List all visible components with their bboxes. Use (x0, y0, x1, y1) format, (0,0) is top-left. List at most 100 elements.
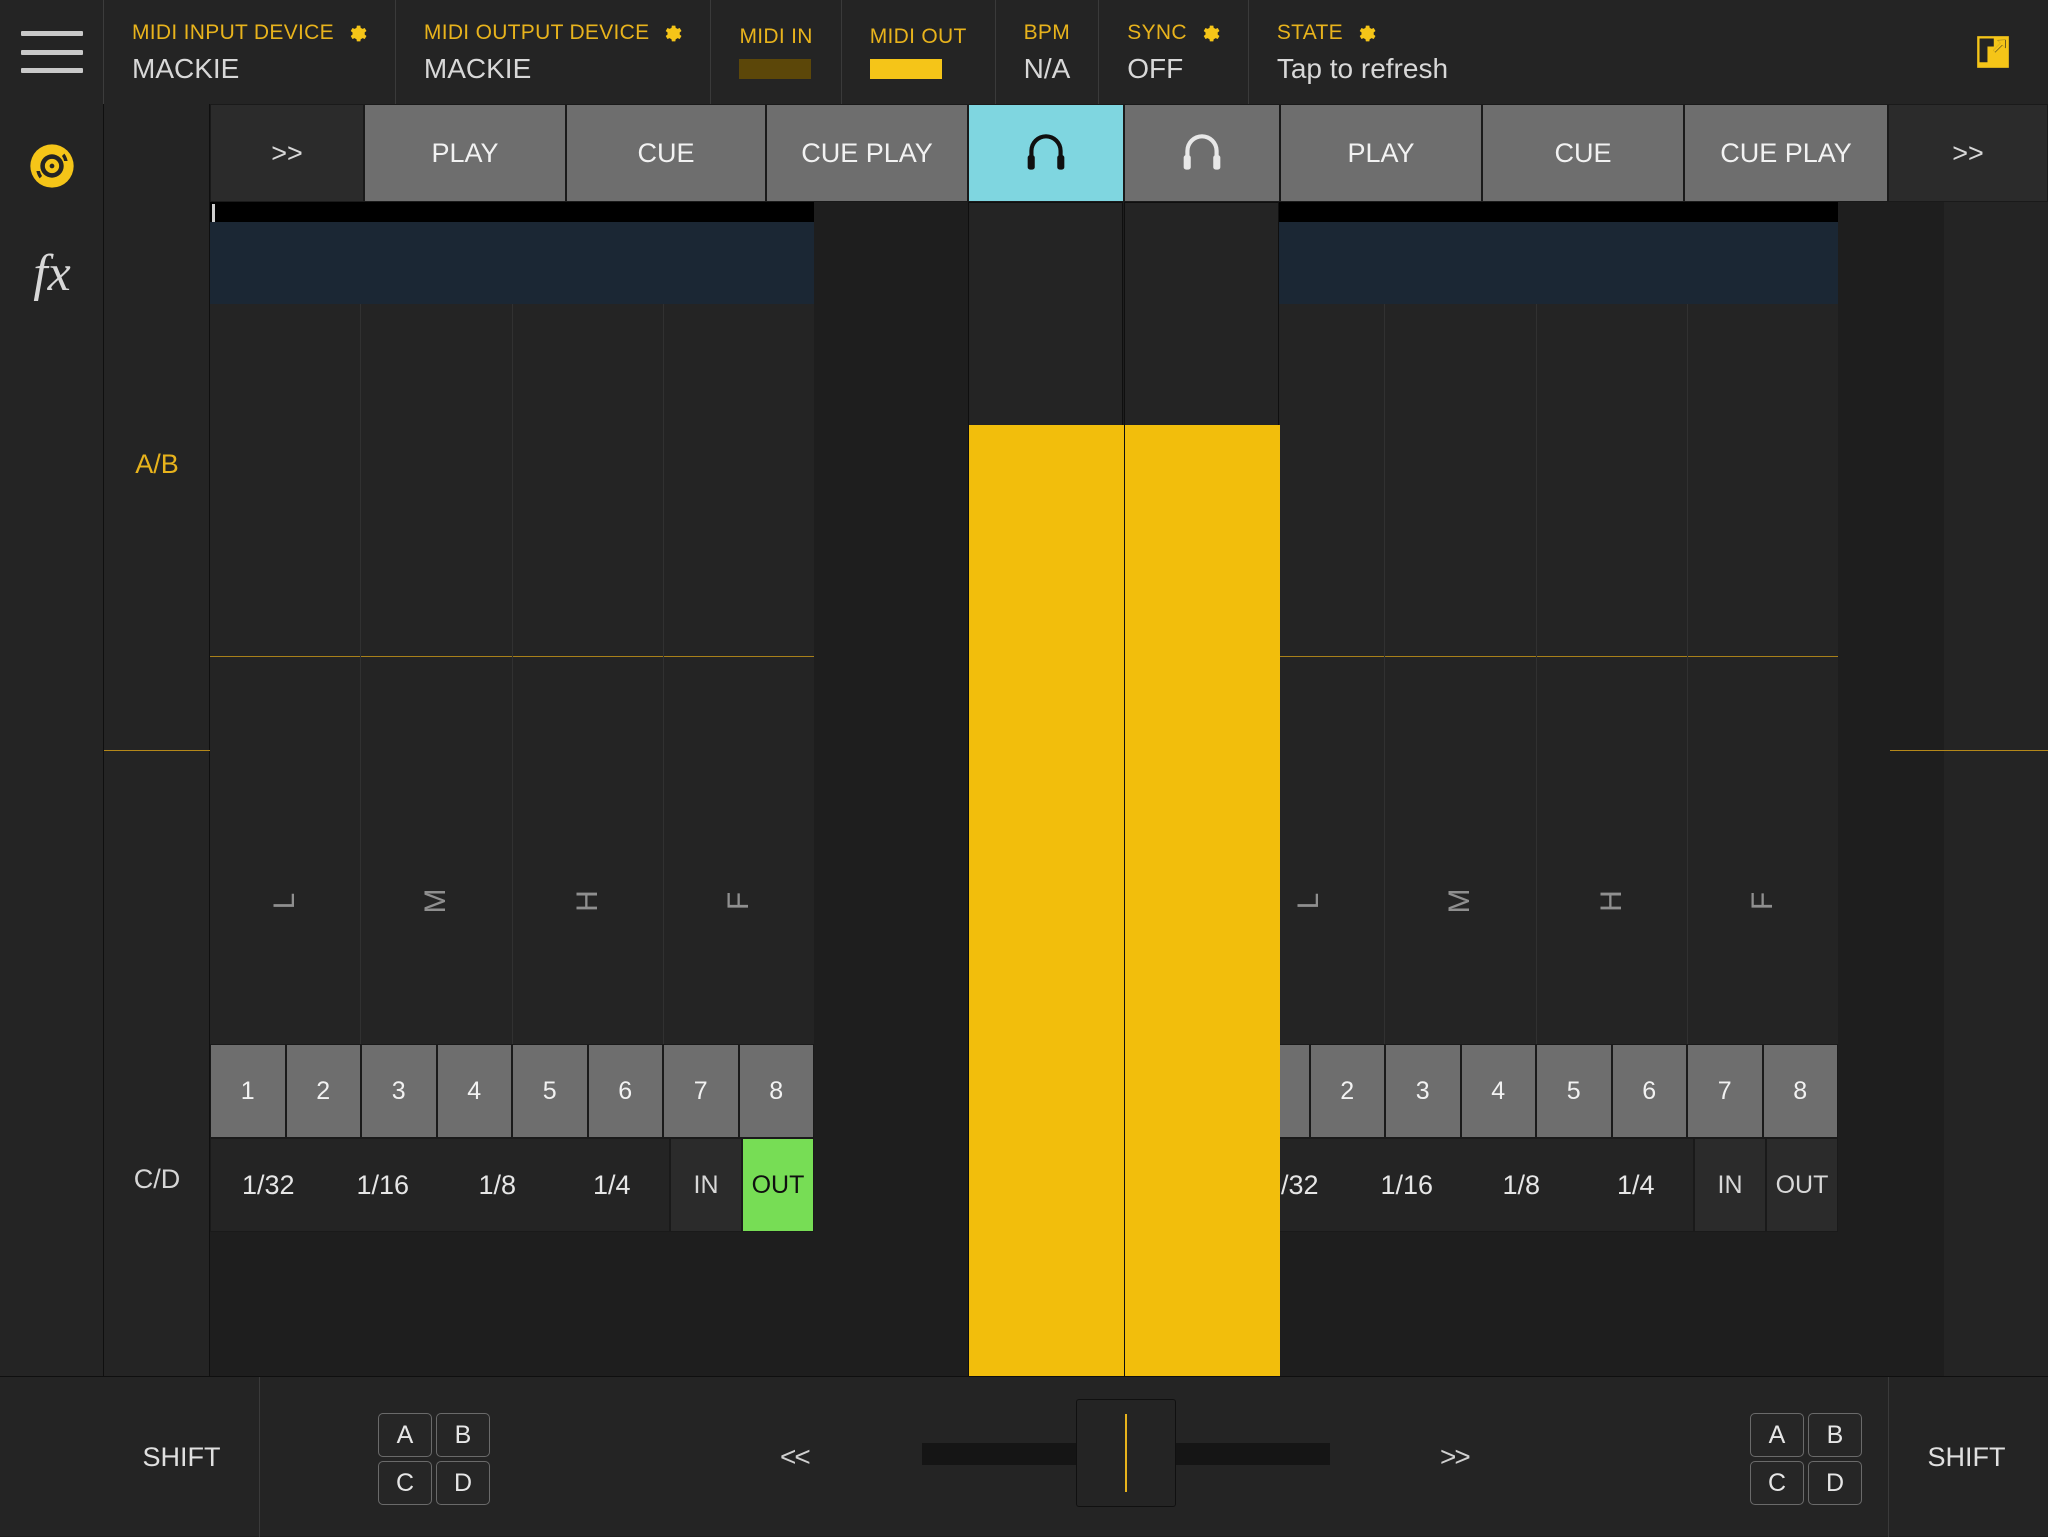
deck-a-cue-button[interactable]: CUE (566, 104, 766, 202)
shift-button-right[interactable]: SHIFT (1888, 1377, 2044, 1537)
midi-input-device-label: MIDI INPUT DEVICE (132, 21, 367, 45)
deck-b-hotcue-5[interactable]: 5 (1536, 1044, 1612, 1138)
midi-output-device-field[interactable]: MIDI OUTPUT DEVICE MACKIE (396, 0, 712, 104)
deck-a-eq-mid[interactable]: M (361, 304, 513, 1044)
eq-label-filter: F (721, 891, 755, 911)
deck-pad-a-left[interactable]: A (378, 1413, 432, 1457)
left-icon-rail: fx (0, 104, 104, 1536)
deck-a-play-button[interactable]: PLAY (364, 104, 566, 202)
deck-a-eq-high[interactable]: H (512, 304, 664, 1044)
deck-b-eq-mid[interactable]: M (1385, 304, 1537, 1044)
state-value[interactable]: Tap to refresh (1277, 55, 1448, 83)
state-field[interactable]: STATE Tap to refresh (1249, 0, 1476, 104)
midi-output-device-value: MACKIE (423, 53, 532, 84)
crossfader-handle-mark (1125, 1414, 1127, 1492)
eq-center-line (663, 656, 814, 657)
eq-label-high: H (570, 890, 604, 912)
bottom-bar: SHIFT A B C D << >> A B C D SHIFT (0, 1376, 2048, 1537)
eq-center-line (1536, 656, 1687, 657)
deck-a-hotcue-7[interactable]: 7 (663, 1044, 739, 1138)
deck-a-loop-1-4[interactable]: 1/4 (555, 1139, 670, 1231)
deck-a-hotcue-6[interactable]: 6 (587, 1044, 663, 1138)
deck-a-loop-1-16[interactable]: 1/16 (326, 1139, 441, 1231)
deck-b-loop-row: 1/32 1/16 1/8 1/4 IN OUT (1234, 1138, 1838, 1232)
deck-b-hotcue-2[interactable]: 2 (1309, 1044, 1385, 1138)
deck-a-volume-fill (969, 425, 1124, 1459)
vinyl-record-button[interactable] (0, 114, 104, 218)
deck-pad-b-left[interactable]: B (436, 1413, 490, 1457)
shift-button-left[interactable]: SHIFT (104, 1377, 260, 1537)
deck-b-loop-1-8[interactable]: 1/8 (1464, 1139, 1579, 1231)
label-text: MIDI OUT (869, 25, 967, 48)
midi-input-device-field[interactable]: MIDI INPUT DEVICE MACKIE (104, 0, 396, 104)
deck-pad-b-right[interactable]: B (1808, 1413, 1862, 1457)
deck-b-play-button[interactable]: PLAY (1280, 104, 1482, 202)
deck-a-waveform-band (210, 222, 814, 304)
eq-center-line (361, 656, 512, 657)
deck-b-hotcue-8[interactable]: 8 (1762, 1044, 1838, 1138)
label-text: MIDI INPUT DEVICE (132, 21, 334, 44)
crossfader-left-arrow[interactable]: << (780, 1441, 811, 1473)
crossfader-handle[interactable] (1076, 1399, 1176, 1507)
deck-b-waveform[interactable] (1234, 202, 1838, 304)
sync-field[interactable]: SYNC OFF (1099, 0, 1249, 104)
deck-pad-a-right[interactable]: A (1750, 1413, 1804, 1457)
deck-pad-c-right[interactable]: C (1750, 1461, 1804, 1505)
gear-icon[interactable] (346, 23, 367, 44)
deck-a-hotcue-8[interactable]: 8 (738, 1044, 814, 1138)
deck-b-cue-monitor-button[interactable] (1124, 104, 1280, 202)
deck-a-loop-in-button[interactable]: IN (670, 1138, 742, 1232)
eq-label-mid: M (419, 888, 453, 914)
deck-b-loop-1-16[interactable]: 1/16 (1350, 1139, 1465, 1231)
menu-button[interactable] (0, 0, 104, 104)
deck-a-waveform[interactable] (210, 202, 814, 304)
deck-a-volume-fader[interactable] (968, 202, 1124, 1459)
deck-b-loop-1-4[interactable]: 1/4 (1579, 1139, 1694, 1231)
gear-icon[interactable] (661, 23, 682, 44)
gear-icon[interactable] (1199, 23, 1220, 44)
deck-b-cue-play-button[interactable]: CUE PLAY (1684, 104, 1888, 202)
fullscreen-button[interactable] (1938, 0, 2048, 104)
fx-button[interactable]: fx (0, 222, 104, 326)
deck-b-eq-filter[interactable]: F (1687, 304, 1838, 1044)
deck-b-cue-button[interactable]: CUE (1482, 104, 1684, 202)
deck-b-hotcue-4[interactable]: 4 (1460, 1044, 1536, 1138)
headphones-icon (1183, 134, 1221, 170)
deck-a-loop-1-8[interactable]: 1/8 (440, 1139, 555, 1231)
deck-selector-cd[interactable]: C/D (104, 1164, 210, 1195)
deck-a-cue-play-button[interactable]: CUE PLAY (766, 104, 968, 202)
deck-b-hotcue-7[interactable]: 7 (1687, 1044, 1763, 1138)
deck-a-hotcue-4[interactable]: 4 (436, 1044, 512, 1138)
deck-selector-ab[interactable]: A/B (104, 449, 210, 480)
deck-b-hotcue-3[interactable]: 3 (1385, 1044, 1461, 1138)
eq-label-filter: F (1745, 891, 1779, 911)
right-expand-button[interactable]: >> (1888, 104, 2048, 202)
deck-a-loop-out-button[interactable]: OUT (742, 1138, 814, 1232)
deck-a-cue-monitor-button[interactable] (968, 104, 1124, 202)
deck-a-loop-1-32[interactable]: 1/32 (211, 1139, 326, 1231)
deck-a-hotcue-5[interactable]: 5 (512, 1044, 588, 1138)
crossfader-right-arrow[interactable]: >> (1440, 1441, 1471, 1473)
bpm-field: BPM N/A (996, 0, 1100, 104)
fullscreen-expand-icon (1977, 36, 2009, 68)
deck-a-eq-low[interactable]: L (210, 304, 362, 1044)
deck-a-hotcue-1[interactable]: 1 (210, 1044, 286, 1138)
label-text: SYNC (1127, 21, 1187, 44)
deck-pad-d-right[interactable]: D (1808, 1461, 1862, 1505)
deck-b-eq-high[interactable]: H (1536, 304, 1688, 1044)
left-expand-button[interactable]: >> (210, 104, 364, 202)
deck-b-hotcue-6[interactable]: 6 (1611, 1044, 1687, 1138)
deck-a-panel: L M H F 1 2 3 4 5 6 7 8 1/32 1/16 1/8 1/… (210, 202, 814, 1360)
deck-a-hotcue-3[interactable]: 3 (361, 1044, 437, 1138)
deck-b-panel: L M H F 1 2 3 4 5 6 7 8 (1234, 202, 1838, 1360)
deck-a-eq-filter[interactable]: F (663, 304, 814, 1044)
deck-b-volume-fader[interactable] (1124, 202, 1280, 1459)
eq-label-low: L (268, 892, 302, 910)
deck-b-loop-out-button[interactable]: OUT (1766, 1138, 1838, 1232)
gear-icon[interactable] (1355, 23, 1376, 44)
deck-a-hotcue-2[interactable]: 2 (285, 1044, 361, 1138)
deck-pad-c-left[interactable]: C (378, 1461, 432, 1505)
center-fader-strips (968, 202, 1280, 1459)
deck-b-loop-in-button[interactable]: IN (1694, 1138, 1766, 1232)
deck-pad-d-left[interactable]: D (436, 1461, 490, 1505)
